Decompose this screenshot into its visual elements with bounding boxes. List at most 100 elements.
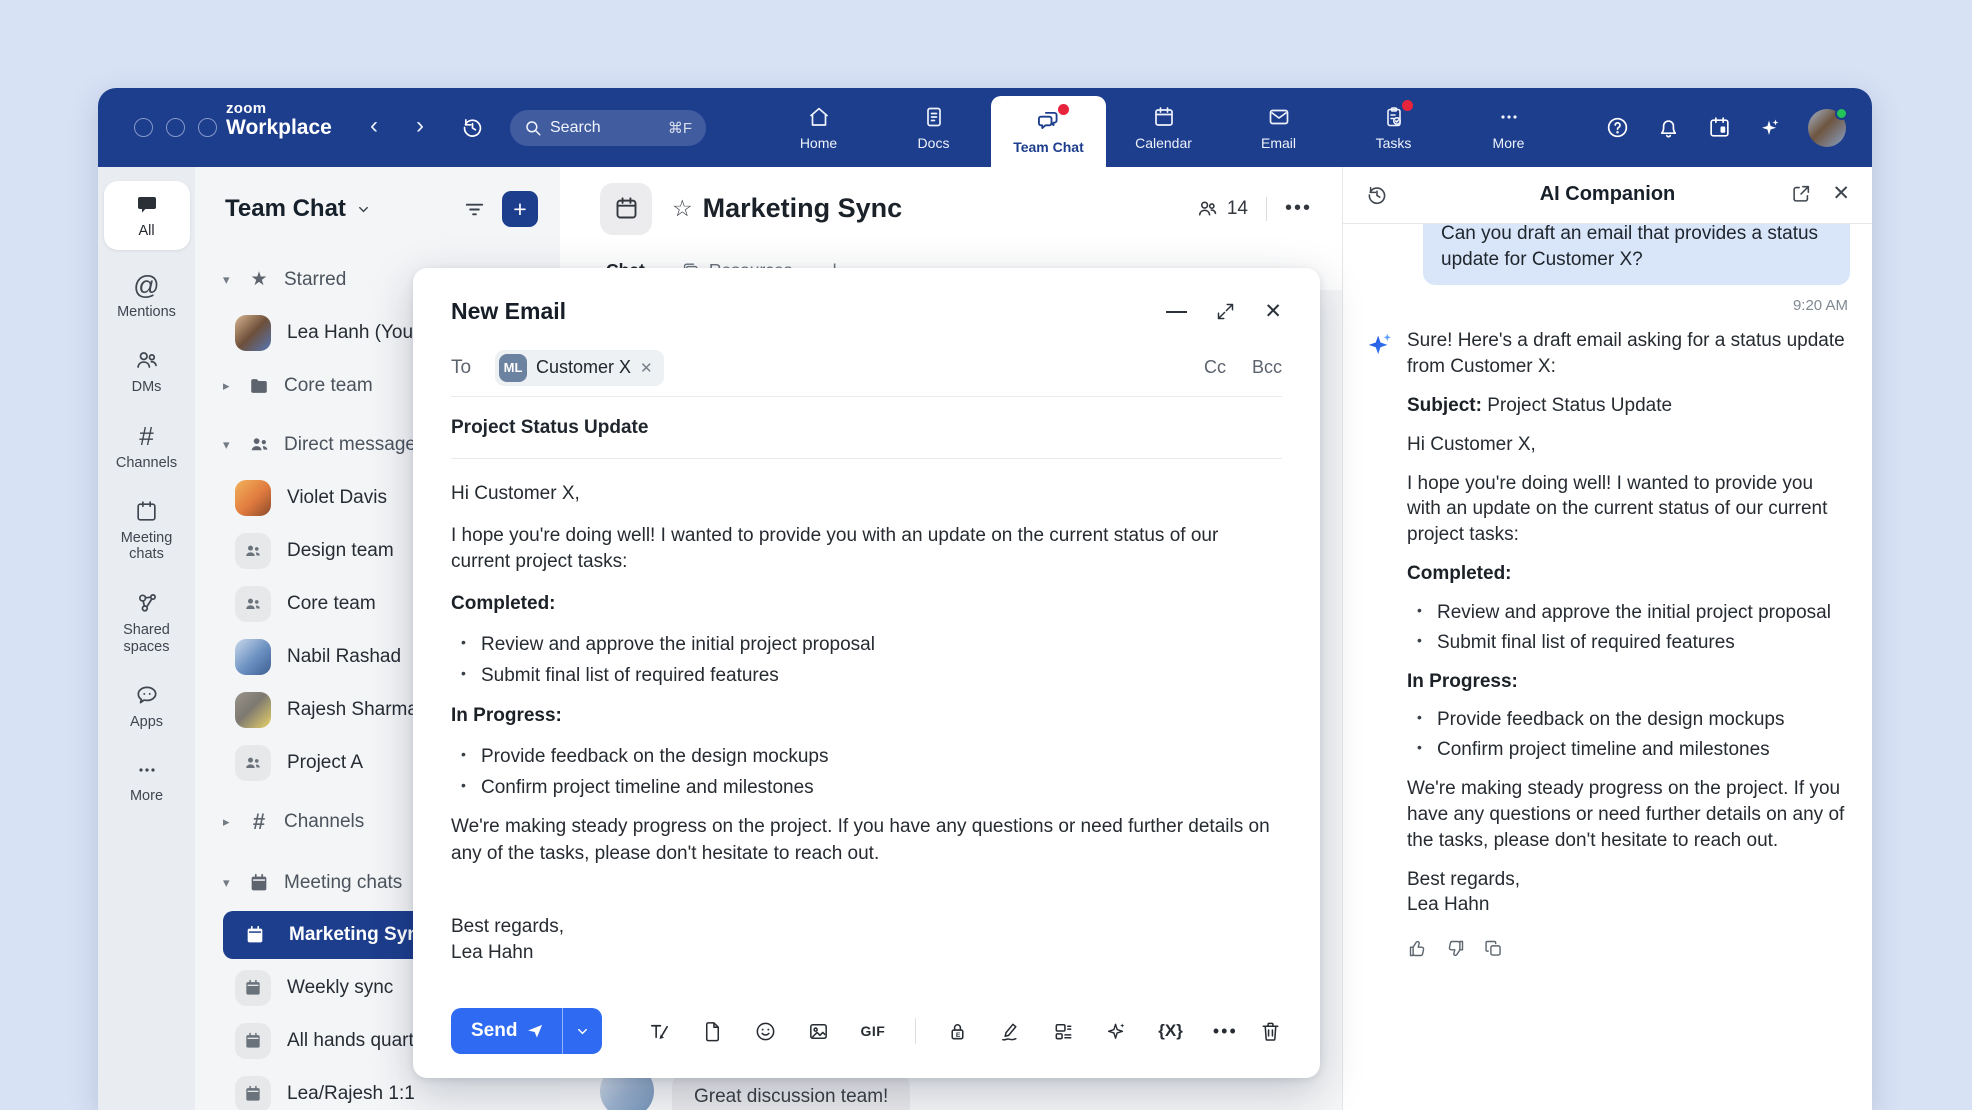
calendar-icon <box>237 917 273 953</box>
rail-meeting-chats[interactable]: Meeting chats <box>104 499 190 563</box>
ai-completed-list: Review and approve the initial project p… <box>1415 600 1850 656</box>
subject-input[interactable]: Project Status Update <box>451 397 1282 459</box>
message-timestamp: 9:20 AM <box>1367 297 1848 314</box>
recipient-chip[interactable]: ML Customer X ✕ <box>495 350 664 386</box>
calendar-icon <box>235 1023 271 1059</box>
send-options-button[interactable] <box>562 1008 602 1054</box>
list-item: Confirm project timeline and milestones <box>1415 737 1850 763</box>
open-in-new-icon[interactable] <box>1790 183 1812 205</box>
search-shortcut: ⌘F <box>668 119 692 137</box>
remove-recipient-icon[interactable]: ✕ <box>640 359 653 377</box>
close-icon[interactable]: ✕ <box>1832 183 1850 205</box>
signature-icon[interactable] <box>999 1020 1022 1043</box>
people-icon <box>134 347 160 373</box>
thumbs-down-icon[interactable] <box>1445 938 1466 959</box>
more-icon <box>1497 104 1521 130</box>
ai-paragraph: I hope you're doing well! I wanted to pr… <box>1407 471 1850 548</box>
nav-email[interactable]: Email <box>1221 88 1336 167</box>
close-icon[interactable]: ✕ <box>1264 301 1282 322</box>
search-input[interactable]: Search ⌘F <box>510 110 706 146</box>
channel-more-icon[interactable]: ••• <box>1285 197 1312 220</box>
ai-feedback-bar <box>1407 938 1850 959</box>
help-icon[interactable] <box>1605 115 1630 140</box>
email-paragraph: We're making steady progress on the proj… <box>451 814 1282 867</box>
email-completed-list: Review and approve the initial project p… <box>459 632 1282 689</box>
at-icon: @ <box>133 272 159 298</box>
email-completed-label: Completed: <box>451 591 1282 618</box>
window-traffic-lights[interactable] <box>134 118 217 137</box>
recipient-avatar: ML <box>499 354 527 382</box>
top-nav: Home Docs Team Chat Calendar Email <box>761 88 1566 167</box>
send-button[interactable]: Send <box>451 1008 562 1054</box>
expand-icon[interactable] <box>1215 301 1236 322</box>
copy-icon[interactable] <box>1483 938 1504 959</box>
more-options-icon[interactable]: ••• <box>1213 1021 1238 1042</box>
variables-icon[interactable]: {X} <box>1158 1021 1183 1041</box>
sidebar-title[interactable]: Team Chat <box>225 195 346 223</box>
channel-calendar-icon <box>600 183 652 235</box>
email-in-progress-list: Provide feedback on the design mockups C… <box>459 744 1282 801</box>
calendar-icon <box>134 499 159 524</box>
chevron-down-icon[interactable] <box>356 202 371 217</box>
favorite-star-icon[interactable]: ☆ <box>672 195 693 222</box>
search-placeholder: Search <box>550 119 601 137</box>
ellipsis-icon <box>135 758 159 782</box>
user-avatar[interactable] <box>1808 109 1846 147</box>
filter-icon[interactable] <box>463 198 486 221</box>
members-count[interactable]: 14 <box>1196 197 1248 220</box>
hash-icon: # <box>247 809 271 835</box>
rail-dms[interactable]: DMs <box>104 347 190 396</box>
rail-shared-spaces[interactable]: Shared spaces <box>104 590 190 655</box>
rail-channels[interactable]: # Channels <box>104 423 190 472</box>
text-format-icon[interactable] <box>648 1020 671 1043</box>
nav-calendar[interactable]: Calendar <box>1106 88 1221 167</box>
caret-right-icon: ▸ <box>223 378 237 394</box>
nav-home[interactable]: Home <box>761 88 876 167</box>
tasks-icon <box>1382 104 1406 130</box>
encrypt-lock-icon[interactable]: E <box>946 1020 969 1043</box>
ai-conversation[interactable]: Can you draft an email that provides a s… <box>1343 224 1872 1110</box>
nav-more[interactable]: More <box>1451 88 1566 167</box>
rail-all[interactable]: All <box>104 181 190 250</box>
list-item: Confirm project timeline and milestones <box>459 775 1282 802</box>
ai-companion-sparkle-icon[interactable] <box>1758 116 1782 140</box>
minimize-icon[interactable] <box>1166 311 1187 313</box>
emoji-icon[interactable] <box>754 1020 777 1043</box>
gif-icon[interactable]: GIF <box>860 1023 885 1039</box>
bcc-button[interactable]: Bcc <box>1252 357 1282 378</box>
attach-file-icon[interactable] <box>701 1020 724 1043</box>
top-bar: zoom Workplace ‹ › Search ⌘F Home Docs <box>98 88 1872 167</box>
nav-team-chat[interactable]: Team Chat <box>991 96 1106 167</box>
avatar <box>235 692 271 728</box>
calendar-icon <box>1152 104 1176 130</box>
calendar-icon <box>235 1076 271 1110</box>
forward-icon[interactable]: › <box>416 112 424 140</box>
ai-subject-line: Subject: Project Status Update <box>1407 393 1850 419</box>
new-chat-button[interactable]: + <box>502 191 538 227</box>
email-greeting: Hi Customer X, <box>451 481 1282 508</box>
list-item: Submit final list of required features <box>459 663 1282 690</box>
list-item: Provide feedback on the design mockups <box>1415 707 1850 733</box>
email-body-editor[interactable]: Hi Customer X, I hope you're doing well!… <box>413 459 1320 967</box>
folder-icon <box>247 375 271 397</box>
to-label: To <box>451 357 495 379</box>
template-icon[interactable] <box>1052 1020 1075 1043</box>
history-icon[interactable] <box>460 115 485 140</box>
back-icon[interactable]: ‹ <box>370 112 378 140</box>
nav-docs[interactable]: Docs <box>876 88 991 167</box>
thumbs-up-icon[interactable] <box>1407 938 1428 959</box>
ai-completed-label: Completed: <box>1407 561 1850 587</box>
discard-trash-icon[interactable] <box>1259 1020 1282 1043</box>
rail-mentions[interactable]: @ Mentions <box>104 272 190 321</box>
avatar <box>235 480 271 516</box>
tasks-badge <box>1402 100 1413 111</box>
ai-sparkle-icon[interactable] <box>1105 1020 1128 1043</box>
ai-signature: Best regards, Lea Hahn <box>1407 867 1850 919</box>
calendar-date-icon[interactable] <box>1707 115 1732 140</box>
notifications-bell-icon[interactable] <box>1656 115 1681 140</box>
rail-apps[interactable]: Apps <box>104 682 190 731</box>
cc-button[interactable]: Cc <box>1204 357 1226 378</box>
nav-tasks[interactable]: Tasks <box>1336 88 1451 167</box>
image-icon[interactable] <box>807 1020 830 1043</box>
rail-more[interactable]: More <box>104 758 190 805</box>
